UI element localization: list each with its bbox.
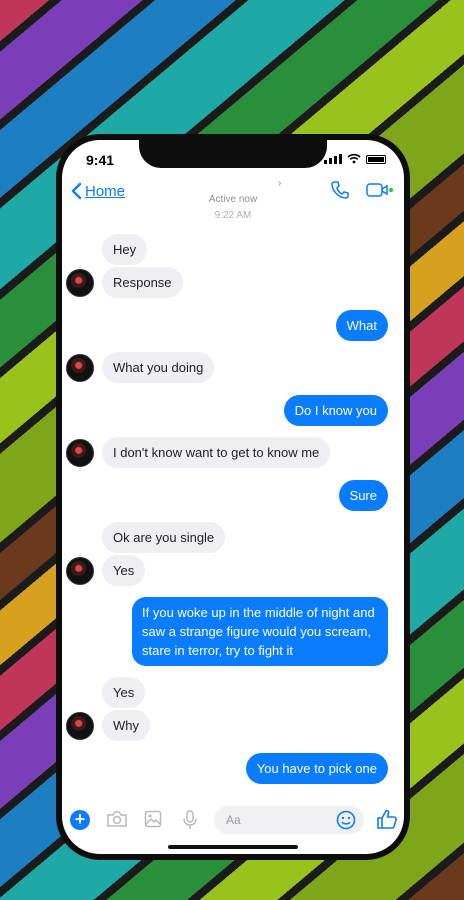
message-input[interactable]: Aa	[214, 806, 364, 834]
contact-avatar[interactable]	[66, 439, 94, 467]
message-input-placeholder: Aa	[226, 813, 241, 827]
plus-icon[interactable]: +	[70, 810, 90, 830]
contact-avatar[interactable]	[66, 269, 94, 297]
incoming-message: Yes	[102, 555, 146, 586]
outgoing-message: Do I know you	[283, 395, 388, 426]
messenger-screen: 9:41 Home › Active now 9:22 AM Hey Respo…	[62, 140, 404, 854]
home-indicator[interactable]	[168, 845, 298, 849]
outgoing-message: Sure	[338, 480, 388, 511]
conversation-header: Home › Active now	[62, 176, 404, 212]
contact-avatar[interactable]	[66, 354, 94, 382]
emoji-icon[interactable]	[336, 810, 356, 830]
incoming-message: I don't know want to get to know me	[102, 437, 331, 468]
incoming-message: What you doing	[102, 352, 215, 383]
status-icons	[324, 153, 386, 164]
incoming-message: Response	[102, 267, 183, 298]
phone-frame: 9:41 Home › Active now 9:22 AM Hey Respo…	[56, 134, 410, 860]
microphone-icon[interactable]	[182, 810, 198, 830]
incoming-message: Ok are you single	[102, 522, 226, 553]
incoming-message: Why	[102, 710, 150, 741]
incoming-message: Hey	[102, 234, 148, 265]
cellular-signal-icon	[324, 154, 342, 164]
message-composer: + Aa	[62, 800, 404, 840]
active-status: Active now	[208, 194, 258, 205]
battery-icon	[366, 155, 386, 164]
outgoing-message: You have to pick one	[245, 753, 388, 784]
contact-avatar[interactable]	[66, 712, 94, 740]
message-timestamp: 9:22 AM	[214, 210, 252, 221]
notch	[139, 140, 327, 168]
outgoing-message: If you woke up in the middle of night an…	[132, 597, 388, 666]
chevron-right-icon: ›	[278, 178, 282, 189]
video-icon[interactable]	[366, 182, 394, 198]
status-time: 9:41	[86, 152, 115, 168]
thumbs-up-icon[interactable]	[376, 808, 398, 830]
outgoing-message: What	[335, 310, 388, 341]
camera-icon[interactable]	[106, 810, 128, 828]
image-icon[interactable]	[144, 810, 162, 828]
incoming-message: Yes	[102, 677, 146, 708]
contact-avatar[interactable]	[66, 557, 94, 585]
wifi-icon	[347, 153, 361, 164]
phone-icon[interactable]	[330, 180, 350, 200]
